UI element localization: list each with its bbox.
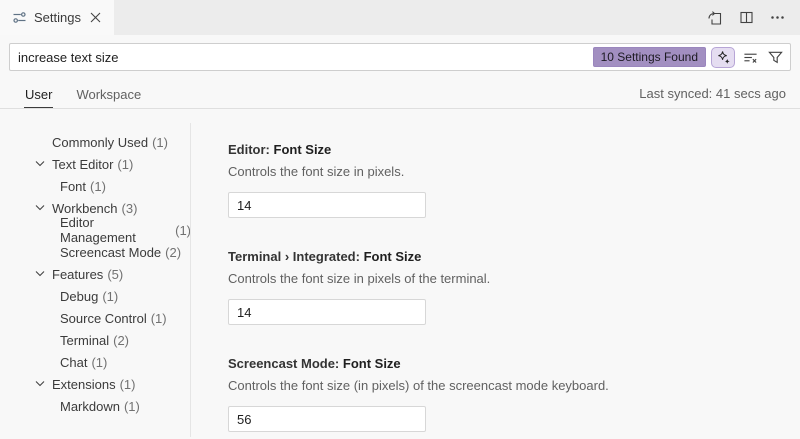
settings-count-badge: 10 Settings Found: [593, 47, 706, 67]
toc-item-source-control[interactable]: Source Control(1): [0, 307, 191, 329]
tab-user[interactable]: User: [24, 80, 53, 108]
tab-settings[interactable]: Settings: [0, 0, 114, 35]
toc-item-commonly-used[interactable]: Commonly Used(1): [0, 131, 191, 153]
toc-item-terminal[interactable]: Terminal(2): [0, 329, 191, 351]
toc-item-text-editor[interactable]: Text Editor(1): [0, 153, 191, 175]
setting-editor-font-size: Editor: Font Size Controls the font size…: [228, 141, 800, 218]
settings-editor-window: Settings: [0, 0, 800, 439]
tab-title: Settings: [34, 10, 81, 25]
chevron-down-icon: [35, 159, 45, 168]
toc-item-screencast-mode[interactable]: Screencast Mode(2): [0, 241, 191, 263]
toc-item-markdown[interactable]: Markdown(1): [0, 395, 191, 417]
tab-workspace[interactable]: Workspace: [75, 80, 142, 108]
toc-item-editor-management[interactable]: Editor Management(1): [0, 219, 191, 241]
setting-title: Screencast Mode: Font Size: [228, 355, 800, 372]
toc-item-chat[interactable]: Chat(1): [0, 351, 191, 373]
setting-value-input[interactable]: [228, 299, 426, 325]
editor-tab-bar: Settings: [0, 0, 800, 35]
setting-value-input[interactable]: [228, 192, 426, 218]
filter-icon[interactable]: [765, 47, 785, 67]
setting-description: Controls the font size in pixels.: [228, 164, 800, 180]
toc-item-extensions[interactable]: Extensions(1): [0, 373, 191, 395]
setting-description: Controls the font size in pixels of the …: [228, 271, 800, 287]
chevron-down-icon: [35, 269, 45, 278]
split-editor-icon[interactable]: [739, 10, 754, 25]
last-synced-label: Last synced: 41 secs ago: [639, 86, 786, 101]
setting-description: Controls the font size (in pixels) of th…: [228, 378, 800, 394]
editor-actions: [707, 0, 800, 35]
clear-search-results-icon[interactable]: [740, 47, 760, 67]
ai-sparkle-icon[interactable]: [711, 47, 735, 68]
open-settings-json-icon[interactable]: [707, 10, 723, 26]
setting-title: Terminal › Integrated: Font Size: [228, 248, 800, 265]
chevron-down-icon: [35, 203, 45, 212]
toc-item-font[interactable]: Font(1): [0, 175, 191, 197]
more-actions-icon[interactable]: [770, 10, 785, 25]
search-box: 10 Settings Found: [9, 43, 791, 71]
settings-sliders-icon: [12, 10, 27, 25]
settings-body: Commonly Used(1) Text Editor(1) Font(1) …: [0, 109, 800, 437]
setting-title: Editor: Font Size: [228, 141, 800, 158]
scope-tabs: User Workspace: [24, 78, 142, 108]
search-row: 10 Settings Found: [0, 35, 800, 78]
toc-item-debug[interactable]: Debug(1): [0, 285, 191, 307]
close-tab-icon[interactable]: [88, 9, 104, 27]
chevron-down-icon: [35, 379, 45, 388]
toc-item-features[interactable]: Features(5): [0, 263, 191, 285]
setting-terminal-integrated-font-size: Terminal › Integrated: Font Size Control…: [228, 248, 800, 325]
settings-toc: Commonly Used(1) Text Editor(1) Font(1) …: [0, 109, 191, 437]
setting-screencast-mode-font-size: Screencast Mode: Font Size Controls the …: [228, 355, 800, 432]
settings-list: Editor: Font Size Controls the font size…: [191, 109, 800, 437]
setting-value-input[interactable]: [228, 406, 426, 432]
search-controls: 10 Settings Found: [593, 47, 790, 68]
scope-row: User Workspace Last synced: 41 secs ago: [0, 78, 800, 109]
settings-search-input[interactable]: [10, 44, 593, 70]
